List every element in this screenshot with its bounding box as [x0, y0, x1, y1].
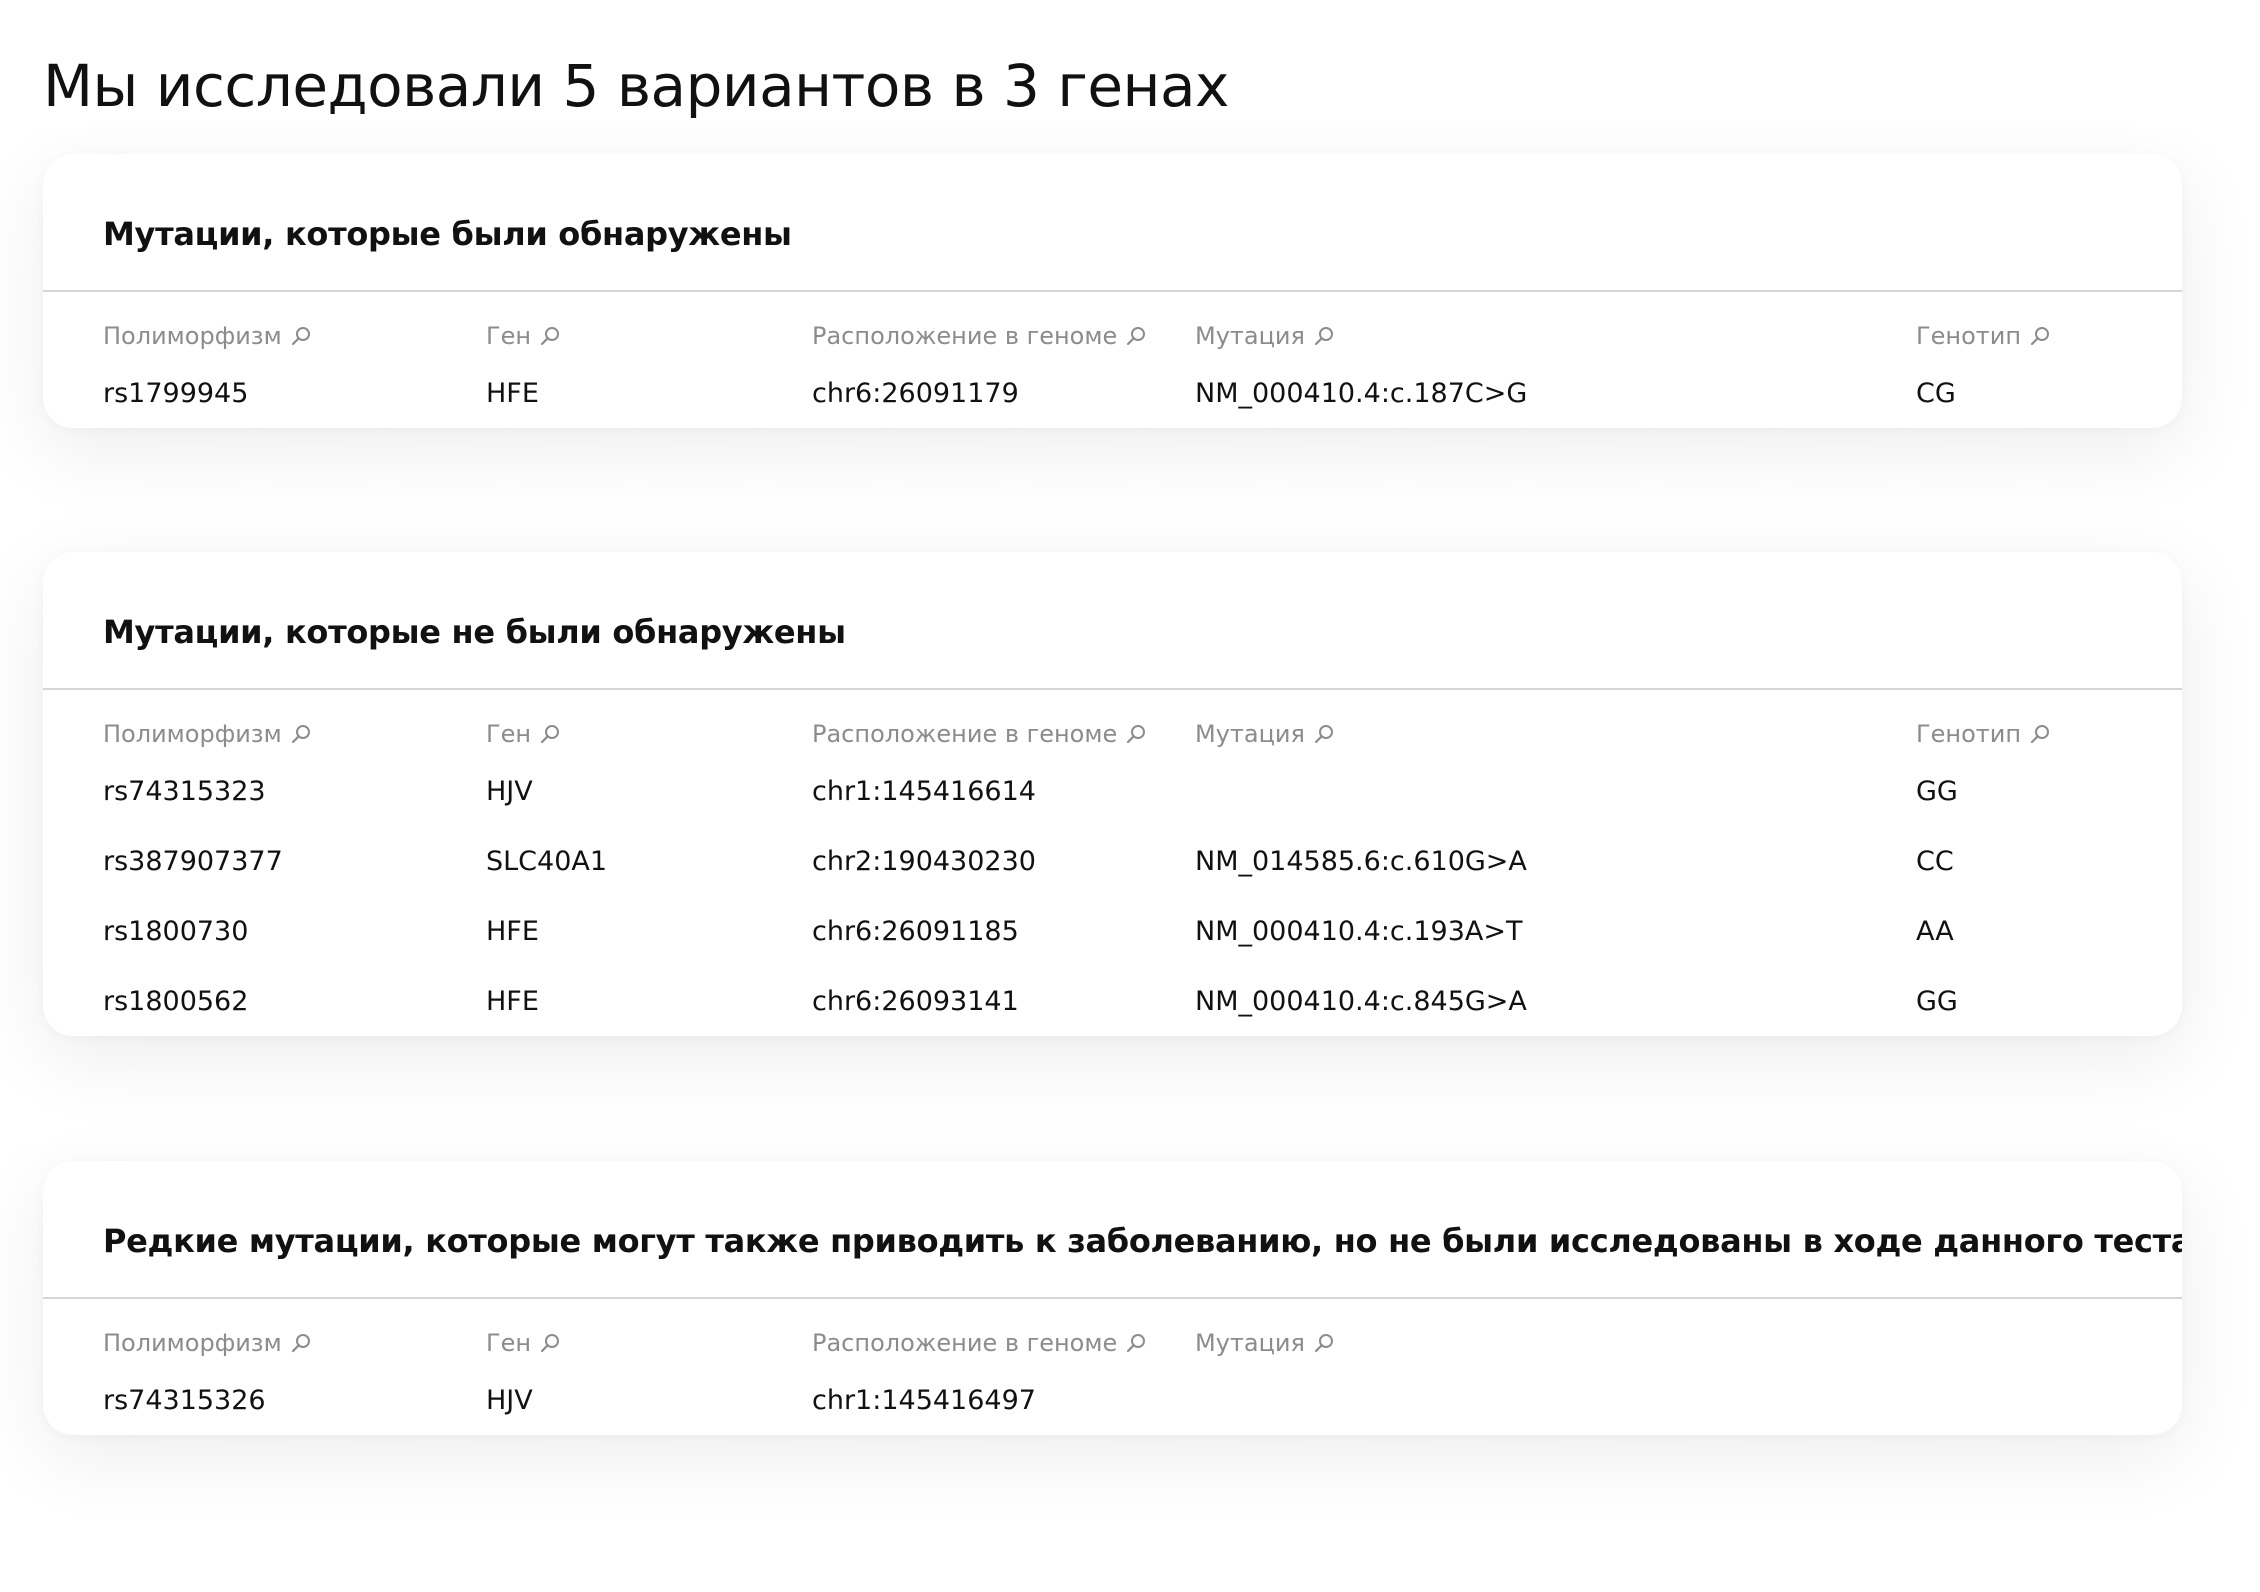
column-header-label: Генотип	[1916, 720, 2022, 748]
column-header-label: Полиморфизм	[103, 720, 282, 748]
table-row: rs74315323 HJV chr1:145416614 GG	[43, 756, 2182, 826]
table-row: rs74315326 HJV chr1:145416497	[43, 1365, 2182, 1435]
search-icon[interactable]	[1125, 1332, 1147, 1354]
column-header-genotype[interactable]: Генотип	[1916, 718, 2051, 750]
cell-location: chr2:190430230	[812, 846, 1036, 877]
search-icon[interactable]	[1313, 325, 1335, 347]
not-detected-mutations-table: Полиморфизм Ген Расположение в геноме Му…	[43, 690, 2182, 1036]
column-header-label: Расположение в геноме	[812, 322, 1118, 350]
cell-polymorphism: rs387907377	[103, 846, 283, 877]
cell-mutation: NM_000410.4:c.187C>G	[1195, 378, 1528, 409]
cell-location: chr1:145416497	[812, 1385, 1036, 1416]
cell-genotype: AA	[1916, 916, 1954, 947]
column-header-label: Расположение в геноме	[812, 720, 1118, 748]
column-header-mutation[interactable]: Мутация	[1195, 718, 1335, 750]
column-header-gene[interactable]: Ген	[486, 718, 561, 750]
rare-mutations-card: Редкие мутации, которые могут также прив…	[43, 1161, 2182, 1435]
cell-polymorphism: rs1800562	[103, 986, 249, 1017]
cell-gene: HJV	[486, 1385, 533, 1416]
cell-genotype: CG	[1916, 378, 1956, 409]
column-header-mutation[interactable]: Мутация	[1195, 320, 1335, 352]
column-header-genotype[interactable]: Генотип	[1916, 320, 2051, 352]
card-title: Мутации, которые были обнаружены	[103, 215, 792, 253]
column-header-label: Ген	[486, 720, 532, 748]
search-icon[interactable]	[539, 1332, 561, 1354]
search-icon[interactable]	[290, 1332, 312, 1354]
column-header-location[interactable]: Расположение в геноме	[812, 718, 1147, 750]
column-header-polymorphism[interactable]: Полиморфизм	[103, 718, 312, 750]
search-icon[interactable]	[1125, 723, 1147, 745]
cell-genotype: CC	[1916, 846, 1954, 877]
cell-genotype: GG	[1916, 776, 1958, 807]
cell-mutation: NM_000410.4:c.193A>T	[1195, 916, 1523, 947]
page-title: Мы исследовали 5 вариантов в 3 генах	[43, 52, 1229, 120]
column-header-polymorphism[interactable]: Полиморфизм	[103, 1327, 312, 1359]
cell-mutation: NM_014585.6:c.610G>A	[1195, 846, 1527, 877]
column-header-label: Мутация	[1195, 322, 1305, 350]
column-header-mutation[interactable]: Мутация	[1195, 1327, 1335, 1359]
table-row: rs1799945 HFE chr6:26091179 NM_000410.4:…	[43, 358, 2182, 428]
rare-mutations-table: Полиморфизм Ген Расположение в геноме Му…	[43, 1299, 2182, 1435]
cell-location: chr6:26093141	[812, 986, 1019, 1017]
cell-polymorphism: rs74315326	[103, 1385, 266, 1416]
column-header-label: Расположение в геноме	[812, 1329, 1118, 1357]
search-icon[interactable]	[1125, 325, 1147, 347]
cell-mutation: NM_000410.4:c.845G>A	[1195, 986, 1527, 1017]
search-icon[interactable]	[1313, 1332, 1335, 1354]
column-header-label: Мутация	[1195, 720, 1305, 748]
cell-polymorphism: rs74315323	[103, 776, 266, 807]
table-header: Полиморфизм Ген Расположение в геноме Му…	[43, 292, 2182, 358]
card-header: Мутации, которые не были обнаружены	[43, 552, 2182, 690]
card-header: Редкие мутации, которые могут также прив…	[43, 1161, 2182, 1299]
detected-mutations-card: Мутации, которые были обнаружены Полимор…	[43, 154, 2182, 428]
card-header: Мутации, которые были обнаружены	[43, 154, 2182, 292]
cell-gene: SLC40A1	[486, 846, 608, 877]
cell-gene: HFE	[486, 378, 539, 409]
not-detected-mutations-card: Мутации, которые не были обнаружены Поли…	[43, 552, 2182, 1036]
column-header-label: Ген	[486, 1329, 532, 1357]
search-icon[interactable]	[539, 325, 561, 347]
card-title: Редкие мутации, которые могут также прив…	[103, 1222, 2182, 1260]
cell-gene: HFE	[486, 916, 539, 947]
search-icon[interactable]	[2029, 325, 2051, 347]
search-icon[interactable]	[539, 723, 561, 745]
search-icon[interactable]	[1313, 723, 1335, 745]
table-row: rs387907377 SLC40A1 chr2:190430230 NM_01…	[43, 826, 2182, 896]
table-row: rs1800730 HFE chr6:26091185 NM_000410.4:…	[43, 896, 2182, 966]
cell-location: chr1:145416614	[812, 776, 1036, 807]
column-header-gene[interactable]: Ген	[486, 1327, 561, 1359]
search-icon[interactable]	[290, 723, 312, 745]
column-header-location[interactable]: Расположение в геноме	[812, 1327, 1147, 1359]
column-header-label: Полиморфизм	[103, 322, 282, 350]
column-header-label: Полиморфизм	[103, 1329, 282, 1357]
column-header-polymorphism[interactable]: Полиморфизм	[103, 320, 312, 352]
cell-gene: HJV	[486, 776, 533, 807]
table-row: rs1800562 HFE chr6:26093141 NM_000410.4:…	[43, 966, 2182, 1036]
detected-mutations-table: Полиморфизм Ген Расположение в геноме Му…	[43, 292, 2182, 428]
table-header: Полиморфизм Ген Расположение в геноме Му…	[43, 690, 2182, 756]
column-header-label: Ген	[486, 322, 532, 350]
column-header-location[interactable]: Расположение в геноме	[812, 320, 1147, 352]
page: Мы исследовали 5 вариантов в 3 генах Мут…	[0, 0, 2260, 1592]
column-header-label: Мутация	[1195, 1329, 1305, 1357]
cell-gene: HFE	[486, 986, 539, 1017]
search-icon[interactable]	[2029, 723, 2051, 745]
cell-location: chr6:26091185	[812, 916, 1019, 947]
cell-polymorphism: rs1800730	[103, 916, 249, 947]
search-icon[interactable]	[290, 325, 312, 347]
table-header: Полиморфизм Ген Расположение в геноме Му…	[43, 1299, 2182, 1365]
column-header-label: Генотип	[1916, 322, 2022, 350]
cell-polymorphism: rs1799945	[103, 378, 249, 409]
card-title: Мутации, которые не были обнаружены	[103, 613, 846, 651]
column-header-gene[interactable]: Ген	[486, 320, 561, 352]
cell-genotype: GG	[1916, 986, 1958, 1017]
cell-location: chr6:26091179	[812, 378, 1019, 409]
